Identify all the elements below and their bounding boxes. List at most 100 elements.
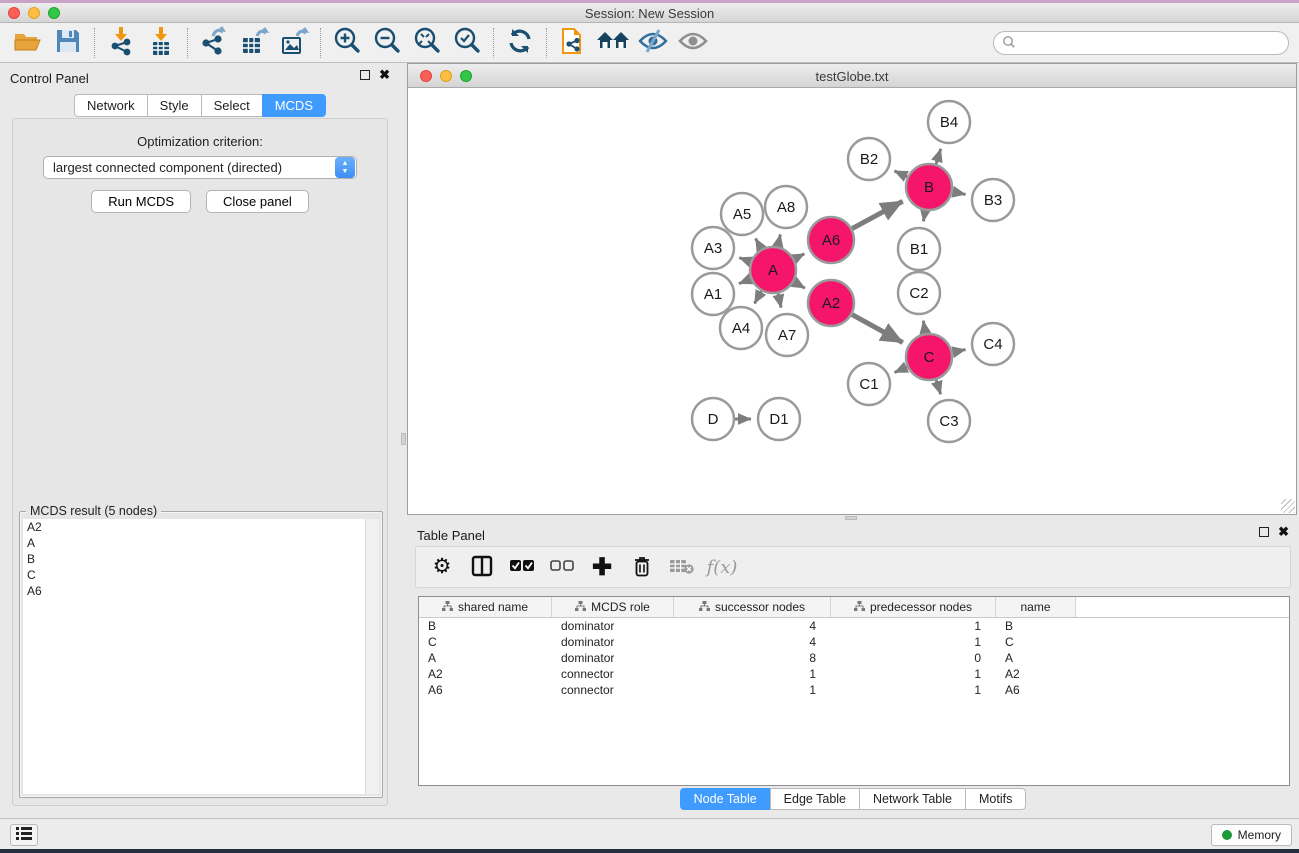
export-network-button[interactable] bbox=[194, 26, 234, 60]
cell[interactable]: 1 bbox=[674, 667, 831, 681]
edge-A-A8[interactable] bbox=[778, 234, 780, 246]
result-item[interactable]: C bbox=[23, 567, 365, 583]
titlebar[interactable]: Session: New Session bbox=[0, 3, 1299, 23]
column-header-predecessor-nodes[interactable]: predecessor nodes bbox=[831, 597, 996, 617]
toggle-column-button[interactable] bbox=[468, 553, 496, 581]
column-header-name[interactable]: name bbox=[996, 597, 1076, 617]
tab-network-table[interactable]: Network Table bbox=[859, 788, 965, 810]
result-item[interactable]: B bbox=[23, 551, 365, 567]
result-item[interactable]: A2 bbox=[23, 519, 365, 535]
edge-B-B2[interactable] bbox=[894, 171, 907, 177]
zoom-selected-button[interactable] bbox=[447, 26, 487, 60]
cell[interactable]: A6 bbox=[996, 683, 1076, 697]
edge-C-C1[interactable] bbox=[895, 367, 908, 373]
cell[interactable]: 1 bbox=[831, 667, 996, 681]
resize-grip[interactable] bbox=[1281, 499, 1295, 513]
network-canvas[interactable]: B4B2BB3A5A8A6A3B1AA1C2A2A4A7C4CC1DD1C3 bbox=[409, 89, 1295, 514]
cell[interactable]: 1 bbox=[674, 683, 831, 697]
cell[interactable]: C bbox=[419, 635, 552, 649]
import-network-button[interactable] bbox=[101, 26, 141, 60]
open-session-button[interactable] bbox=[8, 26, 48, 60]
float-panel-icon[interactable] bbox=[360, 70, 370, 80]
edge-C-C2[interactable] bbox=[923, 321, 925, 334]
edge-A2-C[interactable] bbox=[852, 315, 903, 343]
result-item[interactable]: A6 bbox=[23, 583, 365, 599]
delete-table-button[interactable] bbox=[668, 553, 696, 581]
cell[interactable]: A2 bbox=[419, 667, 552, 681]
edge-A-A6[interactable] bbox=[794, 254, 804, 259]
network-window-titlebar[interactable]: testGlobe.txt bbox=[408, 64, 1296, 88]
cell[interactable]: C bbox=[996, 635, 1076, 649]
edge-B-B4[interactable] bbox=[936, 149, 941, 164]
task-history-button[interactable] bbox=[10, 824, 38, 846]
run-mcds-button[interactable]: Run MCDS bbox=[91, 190, 191, 213]
search-field[interactable] bbox=[993, 31, 1289, 55]
zoom-fit-button[interactable] bbox=[407, 26, 447, 60]
select-all-button[interactable] bbox=[508, 553, 536, 581]
zoom-in-button[interactable] bbox=[327, 26, 367, 60]
edge-A-A3[interactable] bbox=[739, 258, 750, 262]
save-session-button[interactable] bbox=[48, 26, 88, 60]
tab-network[interactable]: Network bbox=[74, 94, 147, 117]
cell[interactable]: connector bbox=[552, 667, 674, 681]
result-scrollbar[interactable] bbox=[365, 519, 379, 794]
tab-mcds[interactable]: MCDS bbox=[262, 94, 326, 117]
tab-edge-table[interactable]: Edge Table bbox=[770, 788, 859, 810]
cell[interactable]: dominator bbox=[552, 635, 674, 649]
close-panel-button[interactable]: Close panel bbox=[206, 190, 309, 213]
search-input[interactable] bbox=[1016, 33, 1288, 53]
vertical-split-divider[interactable] bbox=[400, 63, 407, 818]
add-column-button[interactable]: ✚ bbox=[588, 553, 616, 581]
close-table-panel-icon[interactable]: ✖ bbox=[1278, 527, 1289, 537]
cell[interactable]: 1 bbox=[831, 683, 996, 697]
edge-A6-B[interactable] bbox=[852, 201, 903, 228]
table-row[interactable]: Bdominator41B bbox=[419, 618, 1289, 634]
cell[interactable]: dominator bbox=[552, 619, 674, 633]
tab-motifs[interactable]: Motifs bbox=[965, 788, 1026, 810]
export-image-button[interactable] bbox=[274, 26, 314, 60]
zoom-out-button[interactable] bbox=[367, 26, 407, 60]
table-row[interactable]: A2connector11A2 bbox=[419, 666, 1289, 682]
result-item[interactable]: A bbox=[23, 535, 365, 551]
cell[interactable]: B bbox=[996, 619, 1076, 633]
column-header-MCDS-role[interactable]: MCDS role bbox=[552, 597, 674, 617]
cell[interactable]: 4 bbox=[674, 619, 831, 633]
edge-B-B1[interactable] bbox=[923, 211, 925, 222]
cell[interactable]: 4 bbox=[674, 635, 831, 649]
table-row[interactable]: Cdominator41C bbox=[419, 634, 1289, 650]
export-table-button[interactable] bbox=[234, 26, 274, 60]
cell[interactable]: 1 bbox=[831, 619, 996, 633]
delete-column-button[interactable] bbox=[628, 553, 656, 581]
deselect-all-button[interactable] bbox=[548, 553, 576, 581]
cell[interactable]: 0 bbox=[831, 651, 996, 665]
first-neighbors-button[interactable] bbox=[593, 26, 633, 60]
cell[interactable]: 8 bbox=[674, 651, 831, 665]
edge-A-A7[interactable] bbox=[778, 293, 781, 307]
tab-select[interactable]: Select bbox=[201, 94, 262, 117]
criterion-select[interactable]: largest connected component (directed) ▲… bbox=[43, 156, 357, 179]
float-table-panel-icon[interactable] bbox=[1259, 527, 1269, 537]
table-row[interactable]: Adominator80A bbox=[419, 650, 1289, 666]
cell[interactable]: B bbox=[419, 619, 552, 633]
cell[interactable]: A bbox=[996, 651, 1076, 665]
close-panel-icon[interactable]: ✖ bbox=[379, 70, 390, 80]
function-builder-button[interactable]: f(x) bbox=[708, 553, 736, 581]
cell[interactable]: A bbox=[419, 651, 552, 665]
cell[interactable]: A2 bbox=[996, 667, 1076, 681]
edge-A-A5[interactable] bbox=[756, 238, 762, 249]
cell[interactable]: 1 bbox=[831, 635, 996, 649]
cell[interactable]: dominator bbox=[552, 651, 674, 665]
edge-A-A4[interactable] bbox=[755, 291, 762, 303]
edge-A-A1[interactable] bbox=[739, 279, 751, 284]
network-from-selection-button[interactable] bbox=[553, 26, 593, 60]
cell[interactable]: A6 bbox=[419, 683, 552, 697]
tab-style[interactable]: Style bbox=[147, 94, 201, 117]
show-all-button[interactable] bbox=[673, 26, 713, 60]
split-handle[interactable] bbox=[401, 433, 406, 445]
tab-node-table[interactable]: Node Table bbox=[680, 788, 770, 810]
hide-selected-button[interactable] bbox=[633, 26, 673, 60]
edge-C-C3[interactable] bbox=[936, 380, 940, 394]
memory-button[interactable]: Memory bbox=[1211, 824, 1292, 846]
table-settings-button[interactable]: ⚙ bbox=[428, 553, 456, 581]
mcds-result-list[interactable]: A2ABCA6 bbox=[23, 519, 365, 794]
